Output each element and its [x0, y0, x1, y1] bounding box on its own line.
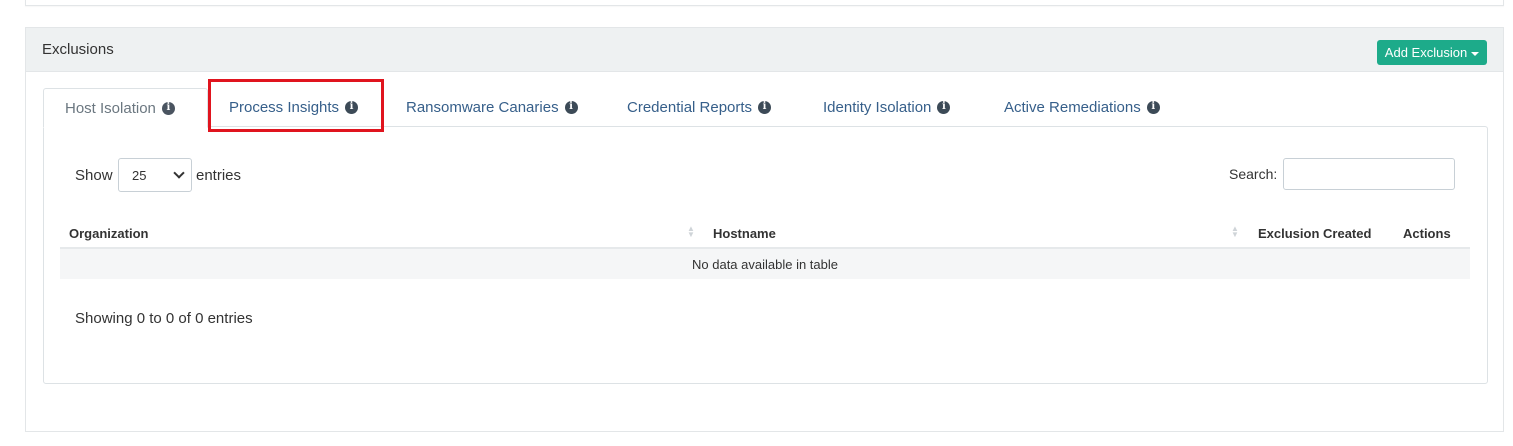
entries-per-page-select[interactable]: 25 — [118, 158, 192, 192]
column-header-exclusion-created[interactable]: Exclusion Created — [1258, 226, 1371, 241]
sort-icon[interactable]: ▲ ▼ — [1231, 225, 1239, 239]
exclusion-tabs: Host Isolation i Process Insights i Rans… — [43, 87, 1487, 128]
info-circle-icon[interactable]: i — [161, 101, 175, 115]
tab-active-remediations[interactable]: Active Remediations i — [1004, 87, 1160, 127]
tab-label: Identity Isolation — [823, 98, 932, 116]
table-empty-row: No data available in table — [60, 249, 1470, 279]
info-circle-icon[interactable]: i — [758, 100, 772, 114]
add-exclusion-button[interactable]: Add Exclusion — [1377, 40, 1487, 65]
search-input[interactable] — [1283, 158, 1455, 190]
tab-credential-reports[interactable]: Credential Reports i — [627, 87, 772, 127]
search-label: Search: — [1229, 166, 1278, 182]
table-header-row: Organization ▲ ▼ Hostname ▲ ▼ Exclusion Cr… — [60, 219, 1470, 249]
tab-label: Host Isolation — [65, 99, 156, 117]
tab-label: Active Remediations — [1004, 98, 1141, 116]
entries-value: 25 — [132, 167, 147, 183]
sort-icon[interactable]: ▲ ▼ — [687, 225, 695, 239]
table-info: Showing 0 to 0 of 0 entries — [75, 310, 253, 327]
tab-process-insights[interactable]: Process Insights i — [229, 87, 359, 127]
entries-label: entries — [196, 167, 242, 184]
tab-label: Ransomware Canaries — [406, 98, 559, 116]
column-header-hostname[interactable]: Hostname — [713, 226, 776, 241]
add-exclusion-label: Add Exclusion — [1384, 45, 1468, 60]
empty-message: No data available in table — [692, 256, 838, 272]
info-circle-icon[interactable]: i — [564, 100, 578, 114]
tab-content: Show 25 entries Search: Organization ▲ ▼ … — [43, 126, 1488, 384]
chevron-down-icon — [173, 167, 185, 179]
column-header-organization[interactable]: Organization — [69, 226, 148, 241]
exclusions-panel: Exclusions Add Exclusion Host Isolation … — [25, 27, 1504, 432]
info-circle-icon[interactable]: i — [1146, 100, 1160, 114]
tab-identity-isolation[interactable]: Identity Isolation i — [823, 87, 951, 127]
info-circle-icon[interactable]: i — [345, 100, 359, 114]
tab-ransomware-canaries[interactable]: Ransomware Canaries i — [406, 87, 578, 127]
tab-label: Credential Reports — [627, 98, 753, 116]
column-header-actions: Actions — [1403, 226, 1451, 241]
tab-label: Process Insights — [229, 98, 340, 116]
caret-down-icon — [1471, 51, 1480, 56]
tab-host-isolation[interactable]: Host Isolation i — [43, 88, 208, 128]
previous-card — [25, 0, 1504, 6]
show-label: Show — [75, 167, 113, 184]
info-circle-icon[interactable]: i — [937, 100, 951, 114]
panel-title: Exclusions — [42, 41, 114, 58]
panel-header: Exclusions Add Exclusion — [26, 28, 1503, 72]
